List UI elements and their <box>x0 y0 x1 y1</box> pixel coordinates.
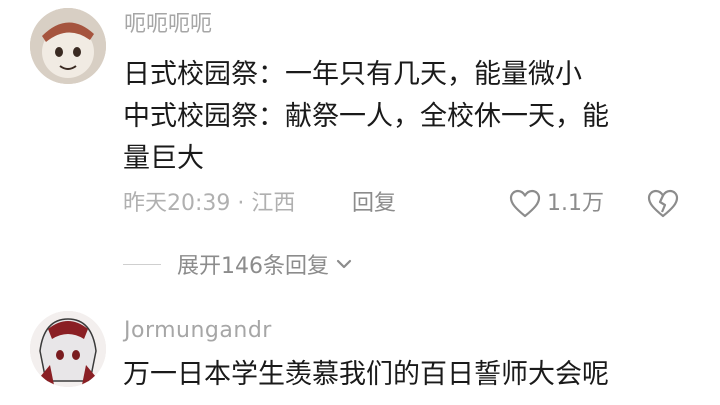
divider-line <box>123 263 161 265</box>
like-count: 1.1万 <box>547 191 604 216</box>
avatar[interactable] <box>30 8 106 84</box>
avatar-image <box>30 8 106 84</box>
username[interactable]: 呃呃呃呃 <box>124 10 212 40</box>
username[interactable]: Jormungandr <box>124 316 272 346</box>
comment-line: 量巨大 <box>123 143 204 174</box>
avatar[interactable] <box>30 311 106 387</box>
expand-replies-button[interactable]: 展开146条回复 <box>123 244 353 284</box>
comment-text: 万一日本学生羡慕我们的百日誓师大会呢 <box>123 359 609 390</box>
like-button[interactable]: 1.1万 <box>509 184 604 224</box>
comment-meta: 昨天20:39 · 江西 回复 1.1万 <box>123 184 703 224</box>
chevron-down-icon <box>336 259 352 269</box>
expand-replies-label: 展开146条回复 <box>177 254 329 279</box>
broken-heart-icon[interactable] <box>647 189 679 219</box>
timestamp-location: 昨天20:39 · 江西 <box>123 191 296 216</box>
reply-button[interactable]: 回复 <box>352 184 396 224</box>
comment-line: 中式校园祭：献祭一人，全校休一天，能 <box>123 101 609 132</box>
comment-line: 日式校园祭：一年只有几天，能量微小 <box>123 59 582 90</box>
heart-outline-icon <box>509 189 541 218</box>
avatar-image <box>30 311 106 387</box>
comment-text: 日式校园祭：一年只有几天，能量微小 中式校园祭：献祭一人，全校休一天，能 量巨大 <box>123 54 683 180</box>
